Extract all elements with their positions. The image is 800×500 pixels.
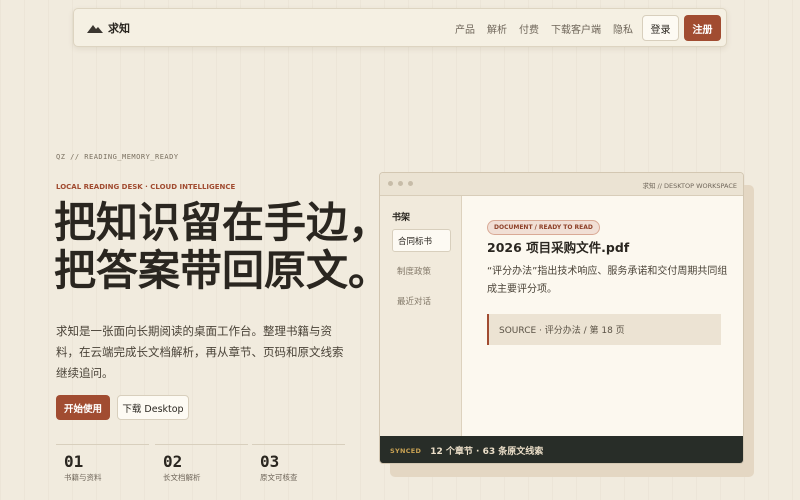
brand-logo[interactable]: 求知 (87, 20, 130, 36)
sidebar-item-policies[interactable]: 制度政策 (392, 259, 451, 282)
nav-link-privacy[interactable]: 隐私 (613, 21, 633, 36)
mountain-logo-icon (87, 24, 103, 33)
nav-link-pricing[interactable]: 付费 (519, 21, 539, 36)
document-panel: DOCUMENT / READY TO READ 2026 项目采购文件.pdf… (463, 196, 743, 436)
stat-label: 原文可核查 (260, 473, 298, 482)
window-dot-icon (388, 181, 393, 186)
nav-link-product[interactable]: 产品 (455, 21, 475, 36)
window-dot-icon (398, 181, 403, 186)
headline-line-1: 把知识留在手边， (54, 198, 391, 247)
document-status-badge: DOCUMENT / READY TO READ (487, 220, 600, 235)
nav-link-parse[interactable]: 解析 (487, 21, 507, 36)
stat-label: 长文档解析 (163, 473, 201, 482)
window-titlebar: 求知 // DESKTOP WORKSPACE (380, 173, 743, 196)
sidebar-item-contracts[interactable]: 合同标书 (392, 229, 451, 252)
stat-number: 01 (64, 452, 84, 471)
source-citation[interactable]: SOURCE · 评分办法 / 第 18 页 (487, 314, 721, 345)
eyebrow-text: LOCAL READING DESK · CLOUD INTELLIGENCE (56, 183, 236, 191)
window-dot-icon (408, 181, 413, 186)
stat-number: 02 (163, 452, 183, 471)
stat-number: 03 (260, 452, 280, 471)
stat-item: 02 长文档解析 (155, 444, 248, 484)
signup-button[interactable]: 注册 (684, 15, 721, 41)
document-title: 2026 项目采购文件.pdf (487, 240, 630, 255)
status-line: QZ // READING_MEMORY_READY (56, 153, 179, 161)
nav-links: 产品 解析 付费 下载客户端 隐私 (455, 9, 645, 48)
stat-label: 书籍与资料 (64, 473, 102, 482)
stat-item: 01 书籍与资料 (56, 444, 149, 484)
hero-headline: 把知识留在手边， 把答案带回原文。 (54, 199, 390, 295)
sidebar-item-recent-chats[interactable]: 最近对话 (392, 289, 451, 312)
nav-link-download[interactable]: 下载客户端 (551, 21, 601, 36)
hero-description: 求知是一张面向长期阅读的桌面工作台。整理书籍与资料，在云端完成长文档解析，再从章… (56, 324, 344, 380)
bookshelf-sidebar: 书架 合同标书 制度政策 最近对话 (380, 196, 462, 436)
stat-item: 03 原文可核查 (252, 444, 345, 484)
window-status-bar: SYNCED 12 个章节 · 63 条原文线索 (380, 436, 743, 463)
headline-line-2: 把答案带回原文。 (54, 246, 391, 295)
get-started-button[interactable]: 开始使用 (56, 395, 110, 420)
login-button[interactable]: 登录 (642, 15, 679, 41)
desktop-window-preview: 求知 // DESKTOP WORKSPACE 书架 合同标书 制度政策 最近对… (379, 172, 744, 464)
download-desktop-button[interactable]: 下载 Desktop (117, 395, 189, 420)
window-title: 求知 // DESKTOP WORKSPACE (642, 182, 737, 190)
top-nav: 求知 产品 解析 付费 下载客户端 隐私 登录 注册 (73, 8, 727, 47)
status-summary: 12 个章节 · 63 条原文线索 (430, 447, 544, 457)
brand-name: 求知 (108, 21, 130, 35)
document-summary: “评分办法”指出技术响应、服务承诺和交付周期共同组成主要评分项。 (487, 266, 728, 295)
sidebar-heading: 书架 (392, 213, 411, 223)
synced-badge: SYNCED (390, 446, 422, 455)
